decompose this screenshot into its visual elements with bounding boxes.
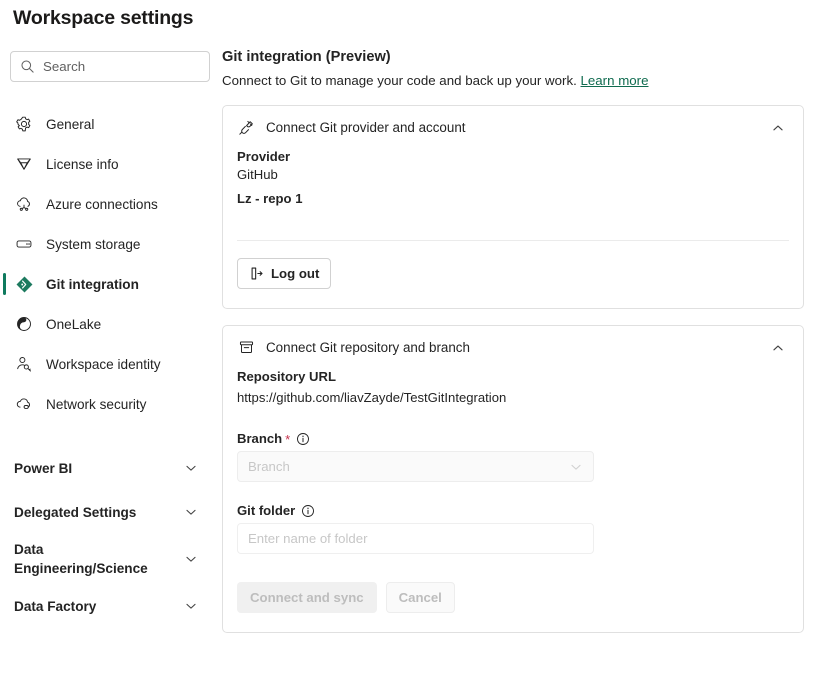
sidebar-item-label: OneLake [46, 317, 101, 332]
branch-dropdown[interactable]: Branch [237, 451, 594, 482]
sidebar-group-delegated-settings[interactable]: Delegated Settings [0, 490, 222, 534]
sidebar-item-label: Network security [46, 397, 146, 412]
sidebar-item-label: System storage [46, 237, 140, 252]
search-box[interactable] [10, 51, 210, 82]
repository-url-label: Repository URL [237, 369, 789, 384]
archive-box-icon [237, 339, 255, 357]
log-out-button[interactable]: Log out [237, 258, 331, 289]
sidebar-item-general[interactable]: General [0, 104, 222, 144]
git-folder-label-row: Git folder [237, 503, 789, 518]
sidebar-groups: Power BI Delegated Settings Data Enginee… [0, 446, 222, 628]
branch-dropdown-placeholder: Branch [248, 459, 569, 474]
onelake-circle-icon [14, 314, 34, 334]
chevron-down-icon [569, 460, 583, 474]
sidebar-group-label: Data Engineering/Science [14, 540, 159, 578]
search-icon [20, 59, 35, 74]
storage-drive-icon [14, 234, 34, 254]
provider-value: GitHub [237, 167, 789, 182]
info-icon[interactable] [301, 504, 315, 518]
sidebar: General License info [0, 44, 222, 628]
cancel-button[interactable]: Cancel [386, 582, 455, 613]
sidebar-item-label: Workspace identity [46, 357, 161, 372]
branch-label-row: Branch * [237, 431, 789, 446]
account-value: Lz - repo 1 [237, 191, 789, 206]
repository-url-value: https://github.com/liavZayde/TestGitInte… [237, 390, 789, 405]
git-folder-label: Git folder [237, 503, 295, 518]
search-input[interactable] [43, 59, 200, 74]
git-repository-card-header[interactable]: Connect Git repository and branch [237, 326, 789, 369]
sidebar-nav: General License info [0, 104, 222, 424]
chevron-up-icon[interactable] [767, 337, 789, 359]
git-provider-card-body: Provider GitHub Lz - repo 1 Log ou [237, 149, 789, 308]
page-heading: Git integration (Preview) [222, 49, 804, 65]
git-provider-card-header[interactable]: Connect Git provider and account [237, 106, 789, 149]
page-description-text: Connect to Git to manage your code and b… [222, 73, 577, 88]
sidebar-group-data-engineering-science[interactable]: Data Engineering/Science [0, 534, 222, 584]
chevron-down-icon [184, 505, 198, 519]
gear-icon [14, 114, 34, 134]
sidebar-group-data-factory[interactable]: Data Factory [0, 584, 222, 628]
provider-label: Provider [237, 149, 789, 164]
required-indicator: * [285, 433, 290, 446]
sidebar-item-system-storage[interactable]: System storage [0, 224, 222, 264]
chevron-down-icon [184, 599, 198, 613]
connect-and-sync-button[interactable]: Connect and sync [237, 582, 377, 613]
git-provider-card: Connect Git provider and account Provide… [222, 105, 804, 309]
cancel-label: Cancel [399, 590, 442, 605]
card-action-row: Connect and sync Cancel [237, 582, 789, 632]
card-title: Connect Git repository and branch [266, 340, 767, 355]
plug-connector-icon [237, 119, 255, 137]
info-icon[interactable] [296, 432, 310, 446]
sidebar-group-power-bi[interactable]: Power BI [0, 446, 222, 490]
chevron-up-icon[interactable] [767, 117, 789, 139]
branch-label: Branch [237, 431, 282, 446]
sidebar-group-label: Delegated Settings [14, 503, 136, 522]
chevron-down-icon [184, 552, 198, 566]
git-diamond-icon [14, 274, 34, 294]
git-repository-card: Connect Git repository and branch Reposi… [222, 325, 804, 633]
sidebar-item-git-integration[interactable]: Git integration [0, 264, 222, 304]
sidebar-item-label: Git integration [46, 277, 139, 292]
git-repository-card-body: Repository URL https://github.com/liavZa… [237, 369, 789, 632]
chevron-down-icon [184, 461, 198, 475]
card-title: Connect Git provider and account [266, 120, 767, 135]
settings-layout: General License info [0, 44, 822, 684]
sidebar-item-label: Azure connections [46, 197, 158, 212]
main-content: Git integration (Preview) Connect to Git… [222, 44, 822, 649]
sidebar-item-network-security[interactable]: Network security [0, 384, 222, 424]
sidebar-item-workspace-identity[interactable]: Workspace identity [0, 344, 222, 384]
sign-out-icon [249, 266, 264, 281]
sidebar-item-label: General [46, 117, 94, 132]
cloud-link-icon [14, 194, 34, 214]
diamond-gem-icon [14, 154, 34, 174]
page-title: Workspace settings [13, 7, 193, 30]
git-folder-placeholder: Enter name of folder [248, 531, 368, 546]
page-description: Connect to Git to manage your code and b… [222, 73, 804, 88]
sidebar-group-label: Data Factory [14, 597, 96, 616]
person-key-icon [14, 354, 34, 374]
connect-and-sync-label: Connect and sync [250, 590, 364, 605]
log-out-label: Log out [271, 266, 319, 281]
learn-more-link[interactable]: Learn more [581, 73, 649, 88]
sidebar-item-label: License info [46, 157, 119, 172]
sidebar-item-azure-connections[interactable]: Azure connections [0, 184, 222, 224]
sidebar-item-onelake[interactable]: OneLake [0, 304, 222, 344]
sidebar-item-license-info[interactable]: License info [0, 144, 222, 184]
sidebar-group-label: Power BI [14, 459, 72, 478]
git-folder-input[interactable]: Enter name of folder [237, 523, 594, 554]
cloud-link-small-icon [14, 394, 34, 414]
